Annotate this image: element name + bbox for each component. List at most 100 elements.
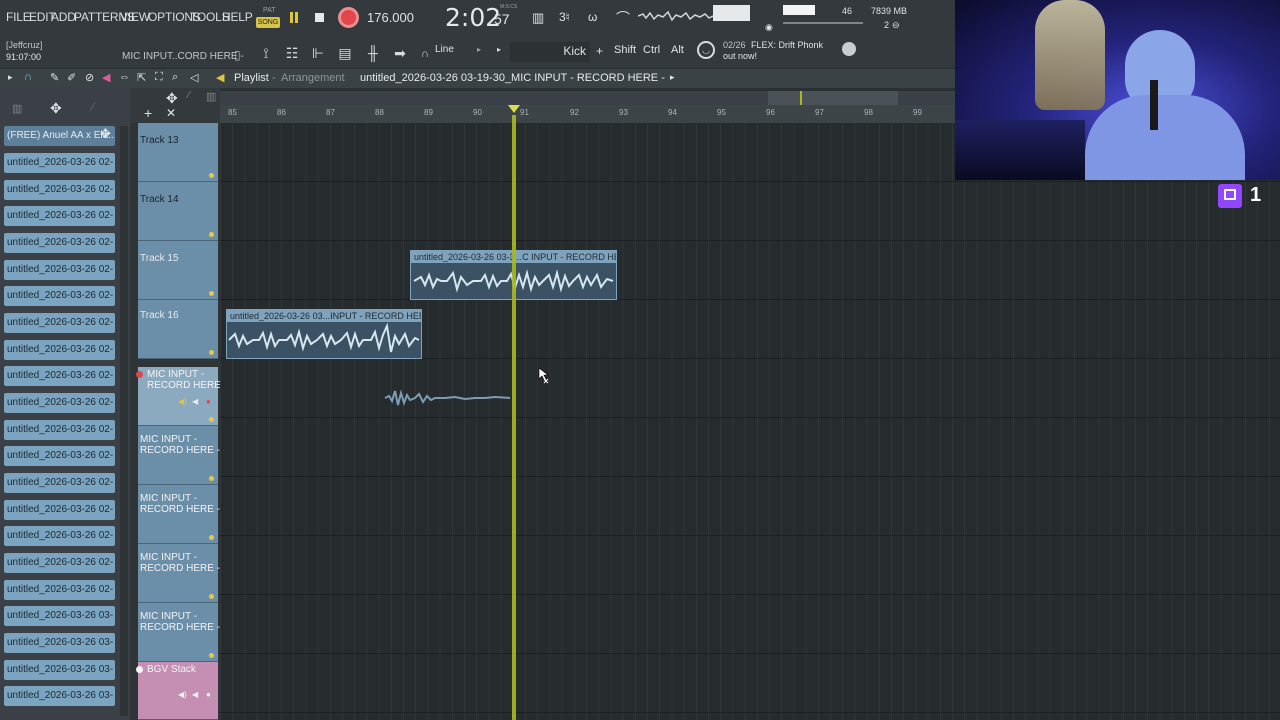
- playhead-marker-icon[interactable]: [508, 105, 520, 113]
- browser-item[interactable]: untitled_2026-03-26 03-: [4, 660, 115, 680]
- mute-speaker-icon[interactable]: ◀: [192, 690, 198, 699]
- playlist-grid[interactable]: [220, 105, 1280, 720]
- browser-item[interactable]: untitled_2026-03-26 02-: [4, 286, 115, 306]
- browser-item[interactable]: untitled_2026-03-26 02-: [4, 313, 115, 333]
- track-grid-icon[interactable]: ▥: [206, 90, 216, 103]
- record-arm-icon[interactable]: [136, 371, 143, 378]
- piano-roll-icon[interactable]: ⊩: [309, 44, 327, 62]
- slice-icon[interactable]: ⇱: [137, 71, 146, 84]
- volume-icon[interactable]: ◀): [178, 690, 187, 699]
- pattern-arrow-icon[interactable]: ▸: [670, 72, 675, 83]
- track-header[interactable]: Track 14: [138, 182, 218, 241]
- stop-icon[interactable]: [315, 13, 324, 22]
- wait-icon[interactable]: ω: [588, 10, 597, 24]
- browser-item[interactable]: untitled_2026-03-26 02-: [4, 446, 115, 466]
- add-track-icon[interactable]: +: [144, 105, 152, 121]
- next-arrow-icon[interactable]: ➡: [391, 44, 409, 62]
- magnet-icon[interactable]: ∩: [416, 45, 434, 63]
- current-pattern[interactable]: untitled_2026-03-26 03-19-30_MIC INPUT -…: [360, 72, 665, 84]
- volume-icon[interactable]: ◀): [178, 397, 187, 406]
- track-led[interactable]: [209, 535, 214, 540]
- playback-icon[interactable]: ◁: [190, 71, 198, 84]
- browser-item[interactable]: untitled_2026-03-26 02-: [4, 366, 115, 386]
- fl-logo-icon[interactable]: [842, 42, 856, 56]
- track-led[interactable]: [209, 350, 214, 355]
- track-header[interactable]: MIC INPUT - RECORD HERE -: [138, 426, 220, 485]
- browser-item[interactable]: untitled_2026-03-26 02-: [4, 153, 115, 173]
- browser-item[interactable]: untitled_2026-03-26 02-: [4, 393, 115, 413]
- browser-item[interactable]: (FREE) Anuel AA x Ela...: [4, 126, 115, 146]
- track-header[interactable]: Track 16: [138, 300, 218, 359]
- track-header[interactable]: Track 15: [138, 241, 218, 300]
- mute-icon[interactable]: ◀: [102, 71, 110, 84]
- move-icon[interactable]: ✥: [166, 90, 178, 107]
- track-led[interactable]: [209, 417, 214, 422]
- pat-label[interactable]: PAT: [263, 7, 276, 14]
- track-tool-icon[interactable]: ⁄: [188, 90, 190, 101]
- instrument-selector[interactable]: Kick: [510, 42, 590, 62]
- channel-rack-icon[interactable]: ☷: [283, 44, 301, 62]
- menu-view[interactable]: VIEW: [120, 10, 150, 24]
- track-info-icon[interactable]: [136, 666, 143, 673]
- metronome-icon[interactable]: ⌒: [616, 8, 630, 28]
- track-led[interactable]: [209, 653, 214, 658]
- browser-item[interactable]: untitled_2026-03-26 02-: [4, 206, 115, 226]
- play-pattern-icon[interactable]: ▸: [497, 45, 501, 54]
- track-header[interactable]: BGV Stack ◀) ◀ ●: [136, 662, 218, 720]
- track-led[interactable]: [209, 594, 214, 599]
- record-icon[interactable]: [338, 7, 359, 28]
- browser-item[interactable]: untitled_2026-03-26 03-: [4, 633, 115, 653]
- browser-item[interactable]: untitled_2026-03-26 02-: [4, 233, 115, 253]
- pause-icon[interactable]: [289, 12, 299, 24]
- timeline-ruler[interactable]: 85 86 87 88 89 90 91 92 93 94 95 96 97 9…: [220, 91, 955, 123]
- track-led[interactable]: [209, 291, 214, 296]
- news-text[interactable]: FLEX: Drift Phonk: [751, 40, 823, 50]
- ctrl-button[interactable]: Ctrl: [643, 44, 660, 56]
- menu-add[interactable]: ADD: [51, 10, 76, 24]
- snap-mode[interactable]: Line: [435, 44, 454, 55]
- browser-item[interactable]: untitled_2026-03-26 02-: [4, 260, 115, 280]
- news-text-2[interactable]: out now!: [723, 51, 757, 61]
- track-header[interactable]: MIC INPUT - RECORD HERE -: [138, 544, 220, 603]
- track-header[interactable]: MIC INPUT - RECORD HERE -: [138, 603, 220, 662]
- mixer-icon[interactable]: ╫: [364, 44, 382, 62]
- browser-item[interactable]: untitled_2026-03-26 02-: [4, 340, 115, 360]
- browser-scrollbar[interactable]: [120, 126, 128, 716]
- zoom-icon[interactable]: ⌕: [172, 71, 178, 84]
- track-header[interactable]: Track 13: [138, 123, 218, 182]
- slip-icon[interactable]: ⇔: [119, 71, 130, 83]
- tempo-display[interactable]: 176.000: [367, 10, 414, 25]
- browser-move-icon[interactable]: ✥: [50, 100, 62, 117]
- pencil-icon[interactable]: ✎: [50, 71, 59, 84]
- audio-clip[interactable]: untitled_2026-03-26 03...INPUT - RECORD …: [226, 309, 422, 359]
- select-icon[interactable]: ⛶: [155, 71, 163, 84]
- typing-keyboard-icon[interactable]: ▥: [532, 10, 544, 26]
- track-led[interactable]: [209, 476, 214, 481]
- overview-window[interactable]: [768, 91, 898, 105]
- menu-file[interactable]: FILE: [6, 10, 31, 24]
- browser-tab-icon[interactable]: ▥: [12, 102, 22, 115]
- browser-item[interactable]: untitled_2026-03-26 03-: [4, 686, 115, 706]
- track-led[interactable]: [209, 232, 214, 237]
- delete-icon[interactable]: ⊘: [85, 71, 94, 84]
- step-icon[interactable]: 3♮: [559, 10, 570, 24]
- mute-speaker-icon[interactable]: ◀: [192, 397, 198, 406]
- close-icon[interactable]: ✕: [166, 106, 176, 120]
- browser-item[interactable]: untitled_2026-03-26 02-: [4, 473, 115, 493]
- track-header[interactable]: MIC INPUT - RECORD HERE -: [138, 485, 220, 544]
- browser-item[interactable]: untitled_2026-03-26 02-: [4, 580, 115, 600]
- alt-button[interactable]: Alt: [671, 44, 684, 56]
- menu-arrow-icon[interactable]: ▸: [8, 72, 13, 83]
- browser-item[interactable]: untitled_2026-03-26 02-: [4, 420, 115, 440]
- song-mode-button[interactable]: SONG: [256, 17, 280, 28]
- track-led[interactable]: [209, 173, 214, 178]
- add-icon[interactable]: +: [596, 44, 603, 58]
- record-dot-icon[interactable]: ●: [206, 690, 211, 699]
- browser-item[interactable]: untitled_2026-03-26 02-: [4, 526, 115, 546]
- shift-button[interactable]: Shift: [614, 44, 636, 56]
- browser-item[interactable]: untitled_2026-03-26 03-: [4, 606, 115, 626]
- snap-arrow-icon[interactable]: ▸: [477, 45, 481, 54]
- browser-link-icon[interactable]: ⁄: [92, 100, 94, 114]
- browser-pin-icon[interactable]: ✥: [100, 126, 111, 142]
- magnet-snap-icon[interactable]: ∩: [24, 71, 32, 83]
